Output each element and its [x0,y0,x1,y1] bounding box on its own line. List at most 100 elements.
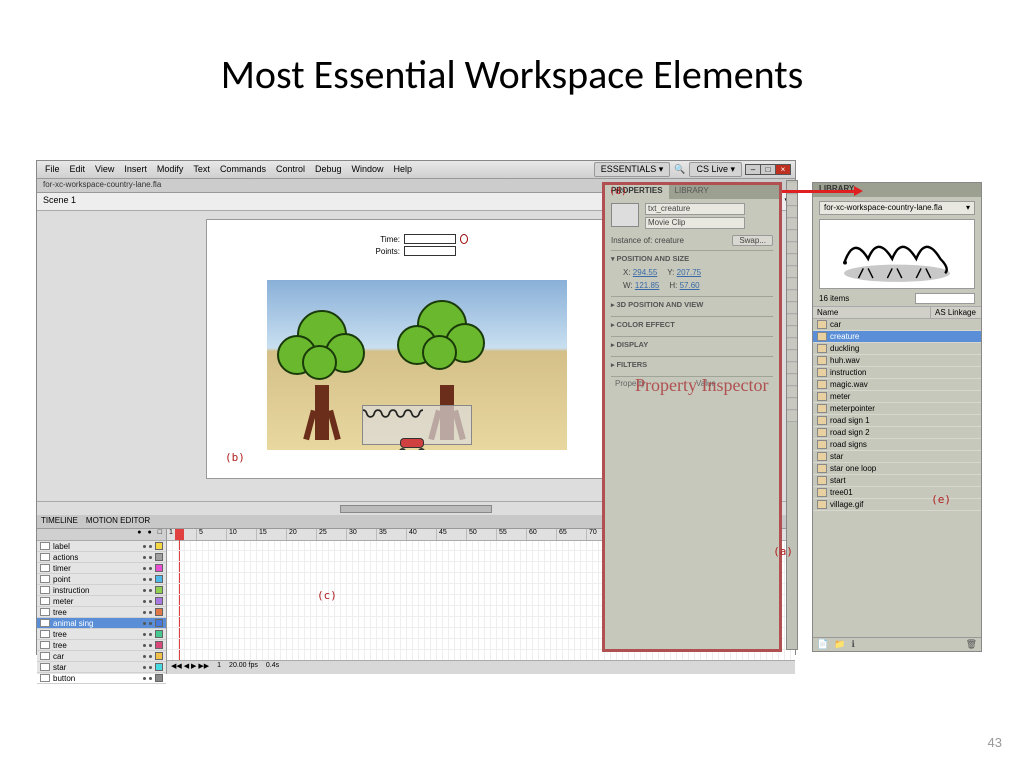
outline-icon[interactable]: □ [158,529,162,540]
menu-view[interactable]: View [95,164,114,175]
menu-window[interactable]: Window [352,164,384,175]
library-item[interactable]: road sign 1 [813,415,981,427]
swap-button[interactable]: Swap... [732,235,773,246]
new-symbol-icon[interactable]: 📄 [817,639,828,650]
menubar[interactable]: File Edit View Insert Modify Text Comman… [37,161,795,179]
search-icon[interactable]: 🔍 [674,164,685,175]
instance-of-value: creature [655,236,684,245]
library-item[interactable]: start [813,475,981,487]
library-item[interactable]: instruction [813,367,981,379]
w-value[interactable]: 121.85 [635,281,659,290]
eye-icon[interactable]: ● [137,529,141,540]
fps-value: 20.00 fps [229,662,258,673]
menu-text[interactable]: Text [193,164,210,175]
library-col-name[interactable]: Name [813,307,931,318]
library-item[interactable]: meterpointer [813,403,981,415]
section-color[interactable]: COLOR EFFECT [611,316,773,332]
library-item[interactable]: huh.wav [813,355,981,367]
layers-list[interactable]: ● ● □ labelactionstimerpointinstructionmet… [37,529,167,674]
delete-icon[interactable]: 🗑 [966,639,977,650]
library-item[interactable]: road sign 2 [813,427,981,439]
time-label: Time: [364,235,400,244]
library-item[interactable]: road signs [813,439,981,451]
menu-modify[interactable]: Modify [157,164,184,175]
library-preview [819,219,975,289]
tools-panel[interactable] [786,180,798,650]
minimize-button[interactable]: – [745,164,761,175]
library-footer: 📄 📁 ℹ 🗑 [813,637,981,651]
library-item[interactable]: meter [813,391,981,403]
w-label: W: [623,281,633,290]
tab-library-prop[interactable]: LIBRARY [669,185,715,199]
workspace-preset[interactable]: ESSENTIALS ▾ [594,162,671,177]
properties-icon[interactable]: ℹ [851,639,854,650]
layer-row[interactable]: tree [37,640,166,651]
menu-control[interactable]: Control [276,164,305,175]
car-instance[interactable] [397,438,427,450]
annotation-c: (c) [317,589,337,602]
library-item[interactable]: village.gif [813,499,981,511]
library-search[interactable] [915,293,975,304]
layer-row[interactable]: actions [37,552,166,563]
layer-row[interactable]: instruction [37,585,166,596]
library-file-select[interactable]: for-xc-workspace-country-lane.fla [819,201,975,215]
menu-help[interactable]: Help [394,164,413,175]
menu-file[interactable]: File [45,164,60,175]
new-folder-icon[interactable]: 📁 [834,639,845,650]
annotation-b: (b) [225,451,245,464]
instance-name-input[interactable]: txt_creature [645,203,745,215]
y-value[interactable]: 207.75 [677,268,701,277]
stage[interactable]: Time: Points: 〰〰 (b) [206,219,626,479]
library-item[interactable]: star one loop [813,463,981,475]
layer-row[interactable]: tree [37,629,166,640]
section-position-size[interactable]: POSITION AND SIZE [611,250,773,266]
library-item[interactable]: star [813,451,981,463]
library-item[interactable]: car [813,319,981,331]
symbol-type-select[interactable]: Movie Clip [645,217,745,229]
library-panel: LIBRARY for-xc-workspace-country-lane.fl… [812,182,982,652]
time-field[interactable] [404,234,456,244]
current-frame: 1 [217,662,221,673]
library-item[interactable]: magic.wav [813,379,981,391]
library-col-linkage[interactable]: AS Linkage [931,307,981,318]
maximize-button[interactable]: □ [760,164,776,175]
menu-commands[interactable]: Commands [220,164,266,175]
layer-row[interactable]: car [37,651,166,662]
layer-row[interactable]: point [37,574,166,585]
layer-row[interactable]: timer [37,563,166,574]
section-display[interactable]: DISPLAY [611,336,773,352]
close-button[interactable]: × [775,164,791,175]
menu-insert[interactable]: Insert [124,164,147,175]
tab-motion-editor[interactable]: MOTION EDITOR [86,516,150,527]
tab-timeline[interactable]: TIMELINE [41,516,78,527]
library-item[interactable]: tree01 [813,487,981,499]
scene-name[interactable]: Scene 1 [43,195,76,208]
library-item[interactable]: creature [813,331,981,343]
cslive-button[interactable]: CS Live ▾ [689,162,742,177]
section-3d[interactable]: 3D POSITION AND VIEW [611,296,773,312]
h-label: H: [669,281,677,290]
points-field[interactable] [404,246,456,256]
x-value[interactable]: 294.55 [633,268,657,277]
lock-icon[interactable]: ● [148,529,152,540]
layer-row[interactable]: label [37,541,166,552]
symbol-type-icon [611,203,639,227]
menu-edit[interactable]: Edit [70,164,86,175]
instance-of-label: Instance of: [611,236,652,245]
h-value[interactable]: 57.60 [680,281,700,290]
slide-title: Most Essential Workspace Elements [0,0,1024,119]
property-inspector-callout: Property Inspector [635,375,768,397]
annotation-e: (e) [931,493,951,506]
x-label: X: [623,268,631,277]
library-item[interactable]: duckling [813,343,981,355]
scene-artwork: 〰〰 [267,280,567,450]
library-list[interactable]: carcreatureducklinghuh.wavinstructionmag… [813,319,981,511]
layer-row[interactable]: button [37,673,166,684]
layer-row[interactable]: star [37,662,166,673]
layer-row[interactable]: meter [37,596,166,607]
menu-debug[interactable]: Debug [315,164,342,175]
library-item-count: 16 items [819,294,849,303]
layer-row[interactable]: tree [37,607,166,618]
layer-row[interactable]: animal sing [37,618,166,629]
section-filters[interactable]: FILTERS [611,356,773,372]
